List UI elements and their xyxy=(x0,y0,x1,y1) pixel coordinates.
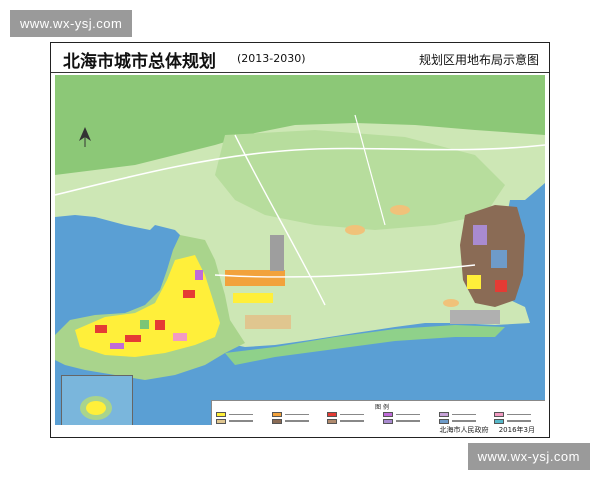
town-marker xyxy=(443,299,459,307)
legend-label-placeholder xyxy=(340,420,365,422)
legend-swatch xyxy=(438,411,449,417)
legend-item xyxy=(327,424,381,425)
industrial-block xyxy=(491,250,507,268)
legend-swatch xyxy=(494,418,505,424)
industrial-block xyxy=(473,225,487,245)
industrial-block xyxy=(467,275,481,289)
legend-item xyxy=(327,418,381,425)
commercial-block xyxy=(155,320,165,330)
legend-label-placeholder xyxy=(340,413,365,416)
legend-label-placeholder xyxy=(396,413,420,416)
corridor-block xyxy=(245,315,291,329)
legend-item xyxy=(216,411,270,418)
map-title: 北海市城市总体规划 xyxy=(63,52,216,72)
watermark-top: www.wx-ysj.com xyxy=(10,10,133,37)
legend-swatch xyxy=(438,418,449,424)
watermark-bottom: www.wx-ysj.com xyxy=(467,443,590,470)
map-canvas xyxy=(55,75,545,425)
legend-label-placeholder xyxy=(507,420,532,422)
commercial-block xyxy=(125,335,141,342)
industrial-block xyxy=(495,280,507,292)
map-footer: 北海市人民政府 2016年3月 xyxy=(431,425,535,435)
legend-swatch xyxy=(216,418,226,424)
legend-item xyxy=(383,411,437,418)
legend-swatch xyxy=(383,411,393,417)
corridor-block xyxy=(225,270,285,286)
footer-org: 北海市人民政府 xyxy=(439,426,489,434)
town-marker xyxy=(345,225,365,235)
map-titlebar: 北海市城市总体规划 (2013-2030) 规划区用地布局示意图 xyxy=(51,43,549,73)
legend-label-placeholder xyxy=(451,413,476,416)
legend-swatch xyxy=(383,418,393,424)
legend-item xyxy=(216,418,270,425)
legend-item xyxy=(438,411,493,418)
logistics-block xyxy=(270,235,284,271)
commercial-block xyxy=(95,325,107,333)
land-use-map[interactable]: 图 例 xyxy=(55,75,545,425)
legend-label-placeholder xyxy=(451,420,476,422)
legend-label-placeholder xyxy=(284,413,309,416)
legend-item xyxy=(494,411,545,418)
legend-label-placeholder xyxy=(284,420,309,422)
legend-label-placeholder xyxy=(229,413,253,416)
legend-item xyxy=(327,411,381,418)
legend-swatch xyxy=(327,418,338,424)
legend-item xyxy=(271,411,326,418)
legend-label-placeholder xyxy=(396,420,420,422)
legend-item xyxy=(383,424,437,425)
legend-grid xyxy=(216,411,545,425)
map-frame: 北海市城市总体规划 (2013-2030) 规划区用地布局示意图 图 例 北海市… xyxy=(50,42,550,438)
inset-canvas xyxy=(80,396,112,420)
legend-label-placeholder xyxy=(507,413,532,416)
legend-item xyxy=(272,424,326,425)
park-block xyxy=(140,320,149,329)
legend-item xyxy=(383,418,437,425)
legend-item xyxy=(271,418,326,425)
legend-swatch xyxy=(271,418,282,424)
footer-date: 2016年3月 xyxy=(498,426,535,434)
map-subtitle: 规划区用地布局示意图 xyxy=(418,53,539,67)
town-marker xyxy=(390,205,410,215)
corridor-block xyxy=(233,293,273,303)
public-block xyxy=(110,343,124,349)
legend-item xyxy=(216,424,270,425)
legend-swatch xyxy=(327,411,338,417)
public-block xyxy=(195,270,203,280)
commercial-block xyxy=(183,290,195,298)
legend-label-placeholder xyxy=(229,420,253,422)
legend-title: 图 例 xyxy=(375,404,389,411)
map-years: (2013-2030) xyxy=(237,52,306,65)
legend-item xyxy=(438,418,493,425)
mixed-block xyxy=(173,333,187,341)
legend-swatch xyxy=(494,411,505,417)
port-area xyxy=(450,310,500,324)
legend-item xyxy=(494,418,545,425)
map-legend: 图 例 xyxy=(211,400,545,425)
legend-swatch xyxy=(216,411,226,417)
weizhou-island-inset xyxy=(61,375,133,425)
legend-swatch xyxy=(271,411,282,417)
